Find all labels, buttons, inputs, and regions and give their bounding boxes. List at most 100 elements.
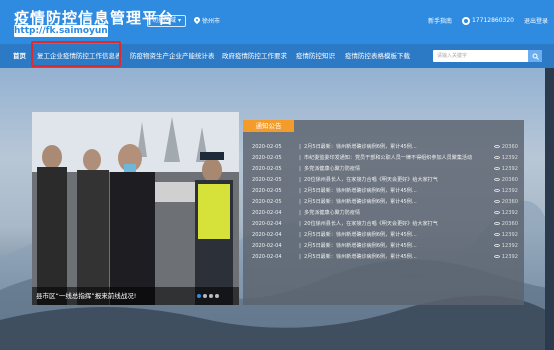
- carousel-dot[interactable]: [203, 294, 207, 298]
- carousel-dot[interactable]: [209, 294, 213, 298]
- view-count-value: 12392: [501, 210, 518, 216]
- notice-title: 多党派健康心聚力防疫情: [304, 210, 361, 216]
- notice-date: 2020-02-05: [252, 155, 282, 161]
- nav-item-supply-capacity[interactable]: 防疫物资生产企业产能统计表: [130, 44, 215, 68]
- notice-title: 2月5日最新：徐州新增确诊病例6例，累计45例...: [304, 254, 417, 260]
- separator: |: [299, 144, 301, 150]
- notice-title: 2月5日最新：徐州新增确诊病例6例，累计45例...: [304, 144, 417, 150]
- notice-title: 20位徐州县长人，在家接力合唱《明天会更好》给大家打气: [304, 177, 438, 183]
- eye-icon: [493, 178, 500, 181]
- list-item[interactable]: 2020-02-05 | 2月5日最新：徐州新增确诊病例6例，累计45例... 203…: [252, 197, 518, 208]
- view-count: 20360: [493, 197, 518, 208]
- officials-photo: [32, 112, 239, 305]
- carousel-image[interactable]: [32, 112, 239, 305]
- eye-icon: [493, 189, 500, 192]
- separator: |: [299, 221, 301, 227]
- logo-url[interactable]: http://fk.saimoyun.com: [14, 25, 132, 37]
- carousel-dot[interactable]: [197, 294, 201, 298]
- view-count-value: 12392: [501, 254, 518, 260]
- view-count-value: 20360: [501, 199, 518, 205]
- view-count: 12392: [493, 186, 518, 197]
- notice-date: 2020-02-04: [252, 221, 282, 227]
- avatar-icon: [461, 16, 470, 25]
- view-count: 12392: [493, 252, 518, 263]
- eye-icon: [493, 200, 500, 203]
- notice-title: 2月5日最新：徐州新增确诊病例6例，累计45例...: [304, 188, 417, 194]
- view-count: 12392: [493, 153, 518, 164]
- separator: |: [299, 188, 301, 194]
- header-bar: 疫情防控信息管理平台 http://fk.saimoyun.com 切换区域 ▾…: [0, 0, 554, 44]
- location-label: 徐州市: [202, 18, 221, 25]
- separator: |: [299, 177, 301, 183]
- location-pin-icon: [194, 17, 200, 24]
- nav-item-prevention-knowledge[interactable]: 疫情防控知识: [296, 44, 335, 68]
- notice-title: 2月5日最新：徐州新增确诊病例6例，累计45例...: [304, 199, 417, 205]
- separator: |: [299, 166, 301, 172]
- notice-date: 2020-02-05: [252, 199, 282, 205]
- list-item[interactable]: 2020-02-05 | 2月5日最新：徐州新增确诊病例6例，累计45例... 123…: [252, 186, 518, 197]
- notice-date: 2020-02-04: [252, 254, 282, 260]
- separator: |: [299, 155, 301, 161]
- notice-date: 2020-02-04: [252, 232, 282, 238]
- notice-date: 2020-02-05: [252, 166, 282, 172]
- notice-date: 2020-02-05: [252, 144, 282, 150]
- nav-item-government-requirements[interactable]: 政府疫情防控工作要求: [222, 44, 287, 68]
- view-count-value: 12392: [501, 232, 518, 238]
- view-count: 12392: [493, 230, 518, 241]
- nav-item-home[interactable]: 首页: [13, 44, 26, 68]
- view-count-value: 12392: [501, 188, 518, 194]
- logout-link[interactable]: 退出登录: [524, 16, 548, 25]
- view-count-value: 20360: [501, 221, 518, 227]
- carousel-dot[interactable]: [215, 294, 219, 298]
- search-input[interactable]: 请输入关键字: [433, 50, 531, 62]
- view-count: 20360: [493, 175, 518, 186]
- eye-icon: [493, 244, 500, 247]
- list-item[interactable]: 2020-02-04 | 2月5日最新：徐州新增确诊病例6例，累计45例... 123…: [252, 241, 518, 252]
- guide-link[interactable]: 新手指南: [428, 16, 452, 25]
- list-item[interactable]: 2020-02-05 | 市纪委监委印发通知：党员干部和公职人员一律不得组织参加人员…: [252, 153, 518, 164]
- list-item[interactable]: 2020-02-05 | 2月5日最新：徐州新增确诊病例6例，累计45例... 203…: [252, 142, 518, 153]
- view-count: 12392: [493, 164, 518, 175]
- notice-title: 市纪委监委印发通知：党员干部和公职人员一律不得组织参加人员聚集活动: [304, 155, 473, 161]
- eye-icon: [493, 255, 500, 258]
- user-account[interactable]: 17712860320: [461, 16, 514, 25]
- search-icon: [532, 53, 539, 60]
- eye-icon: [493, 222, 500, 225]
- switch-region-label: 切换区域: [152, 17, 177, 24]
- view-count-value: 20360: [501, 144, 518, 150]
- notice-date: 2020-02-05: [252, 188, 282, 194]
- notice-date: 2020-02-04: [252, 243, 282, 249]
- eye-icon: [493, 233, 500, 236]
- view-count: 20360: [493, 219, 518, 230]
- view-count-value: 12392: [501, 243, 518, 249]
- view-count-value: 20360: [501, 177, 518, 183]
- list-item[interactable]: 2020-02-04 | 2月5日最新：徐州新增确诊病例6例，累计45例... 123…: [252, 230, 518, 241]
- notice-date: 2020-02-04: [252, 210, 282, 216]
- notice-tab[interactable]: 通知公告: [243, 120, 294, 132]
- view-count-value: 12392: [501, 155, 518, 161]
- chevron-down-icon: ▾: [178, 17, 182, 24]
- eye-icon: [493, 211, 500, 214]
- separator: |: [299, 232, 301, 238]
- notice-date: 2020-02-05: [252, 177, 282, 183]
- view-count: 20360: [493, 142, 518, 153]
- list-item[interactable]: 2020-02-04 | 多党派健康心聚力防疫情 12392: [252, 208, 518, 219]
- carousel-dots: [197, 294, 219, 298]
- list-item[interactable]: 2020-02-04 | 2月5日最新：徐州新增确诊病例6例，累计45例... 123…: [252, 252, 518, 263]
- list-item[interactable]: 2020-02-05 | 多党派健康心聚力防疫情 12392: [252, 164, 518, 175]
- notice-title: 20位徐州县长人，在家接力合唱《明天会更好》给大家打气: [304, 221, 438, 227]
- notice-title: 2月5日最新：徐州新增确诊病例6例，累计45例...: [304, 243, 417, 249]
- list-item[interactable]: 2020-02-04 | 20位徐州县长人，在家接力合唱《明天会更好》给大家打气 20…: [252, 219, 518, 230]
- logout-label: 退出登录: [523, 18, 548, 25]
- view-count: 12392: [493, 208, 518, 219]
- notice-title: 多党派健康心聚力防疫情: [304, 166, 361, 172]
- search-button[interactable]: [528, 50, 542, 62]
- view-count: 12392: [493, 241, 518, 252]
- separator: |: [299, 243, 301, 249]
- guide-label: 新手指南: [427, 18, 452, 25]
- eye-icon: [493, 145, 500, 148]
- nav-item-template-download[interactable]: 疫情防控表格模板下载: [345, 44, 410, 68]
- list-item[interactable]: 2020-02-05 | 20位徐州县长人，在家接力合唱《明天会更好》给大家打气 20…: [252, 175, 518, 186]
- separator: |: [299, 199, 301, 205]
- switch-region-button[interactable]: 切换区域 ▾: [147, 15, 187, 27]
